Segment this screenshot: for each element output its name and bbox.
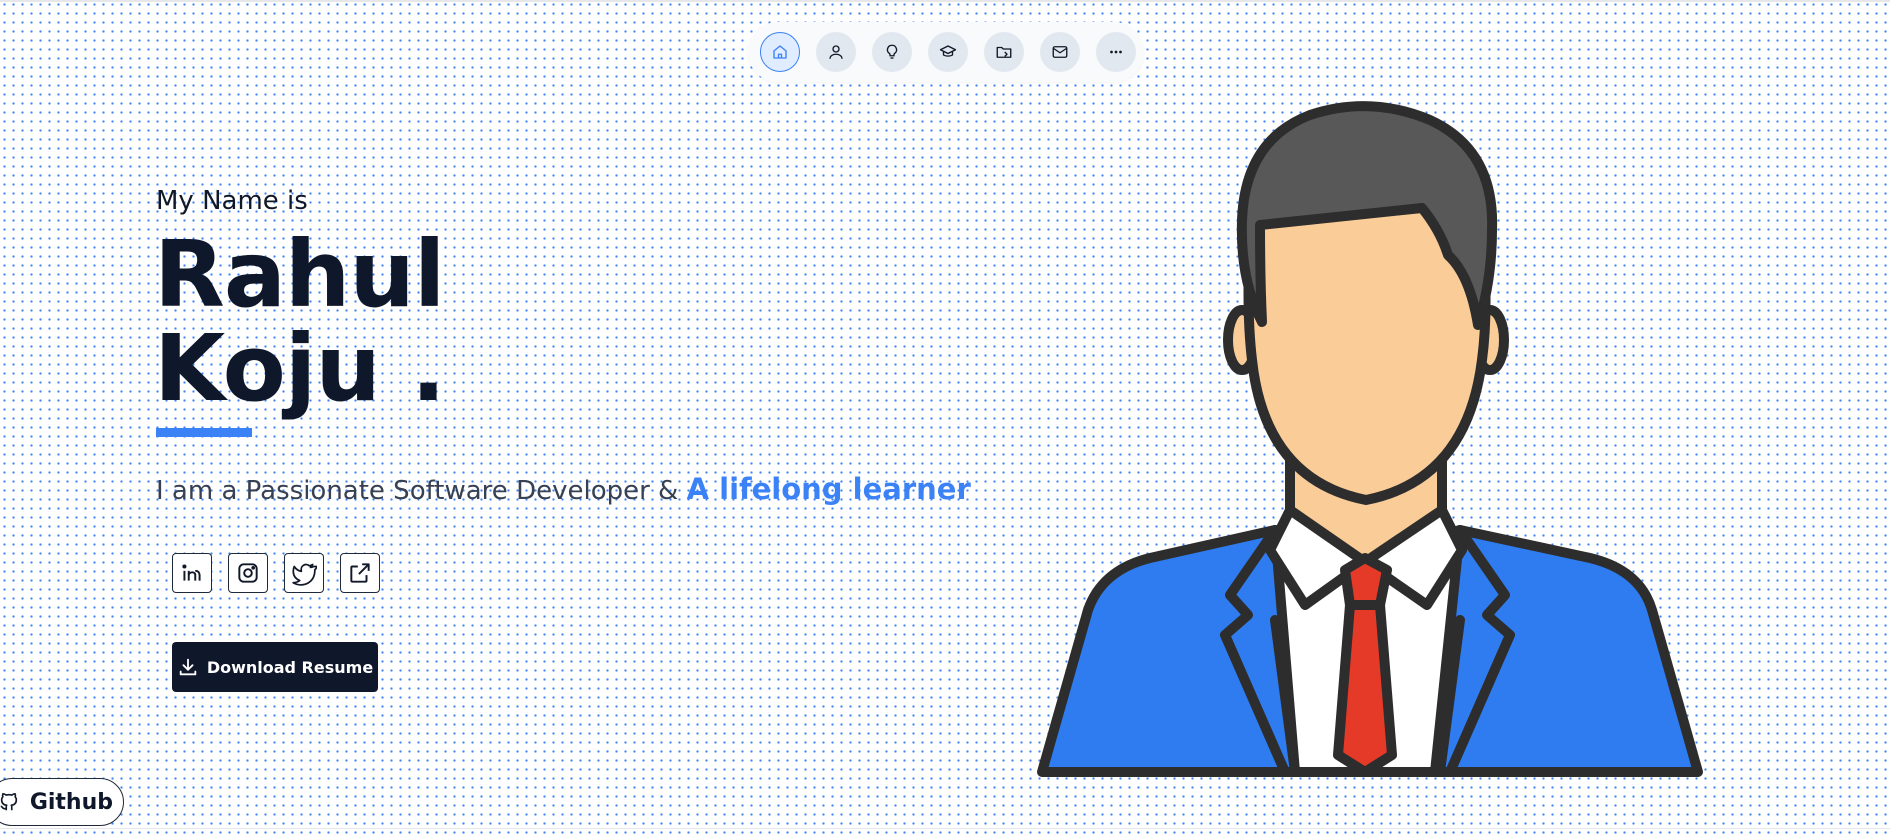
name-underline [156,428,252,437]
github-icon [0,792,17,811]
more-icon [1110,50,1122,54]
download-resume-button[interactable]: Download Resume [172,642,378,692]
nav-more-button[interactable] [1096,32,1136,72]
tie-knot [1340,553,1392,610]
developer-avatar-illustration [1037,101,1703,777]
nav-about-button[interactable] [816,32,856,72]
download-resume-label: Download Resume [206,657,374,677]
instagram-link[interactable] [228,553,268,593]
nav-education-button[interactable] [928,32,968,72]
folder-icon [996,46,1012,58]
nav-skills-button[interactable] [872,32,912,72]
external-link[interactable] [340,553,380,593]
top-navigation [748,22,1144,82]
github-button[interactable]: Github [0,778,124,826]
intro-text: My Name is [156,186,308,216]
instagram-icon [238,563,258,583]
graduation-cap-icon [939,45,957,57]
home-icon [773,45,787,59]
nav-home-button[interactable] [760,32,800,72]
linkedin-icon [182,564,201,581]
first-name: Rahul [154,221,445,328]
twitter-link[interactable] [284,553,324,593]
top-border [0,0,1890,2]
tagline-accent: A lifelong learner [686,472,971,506]
nav-projects-button[interactable] [984,32,1024,72]
tie [1333,600,1397,777]
nav-contact-button[interactable] [1040,32,1080,72]
twitter-icon [292,563,317,586]
lightbulb-icon [886,44,898,59]
download-icon [179,658,197,676]
external-link-icon [350,563,370,583]
linkedin-link[interactable] [172,553,212,593]
tagline-prefix: I am a Passionate Software Developer & [156,476,687,506]
mail-icon [1052,46,1068,58]
tagline: I am a Passionate Software Developer & A… [156,472,971,506]
social-links [172,553,380,593]
user-icon [829,45,843,59]
bottom-border [0,828,1890,829]
github-label: Github [29,789,113,815]
last-name: Koju . [154,315,446,422]
hero-name: Rahul Koju . [154,221,446,422]
